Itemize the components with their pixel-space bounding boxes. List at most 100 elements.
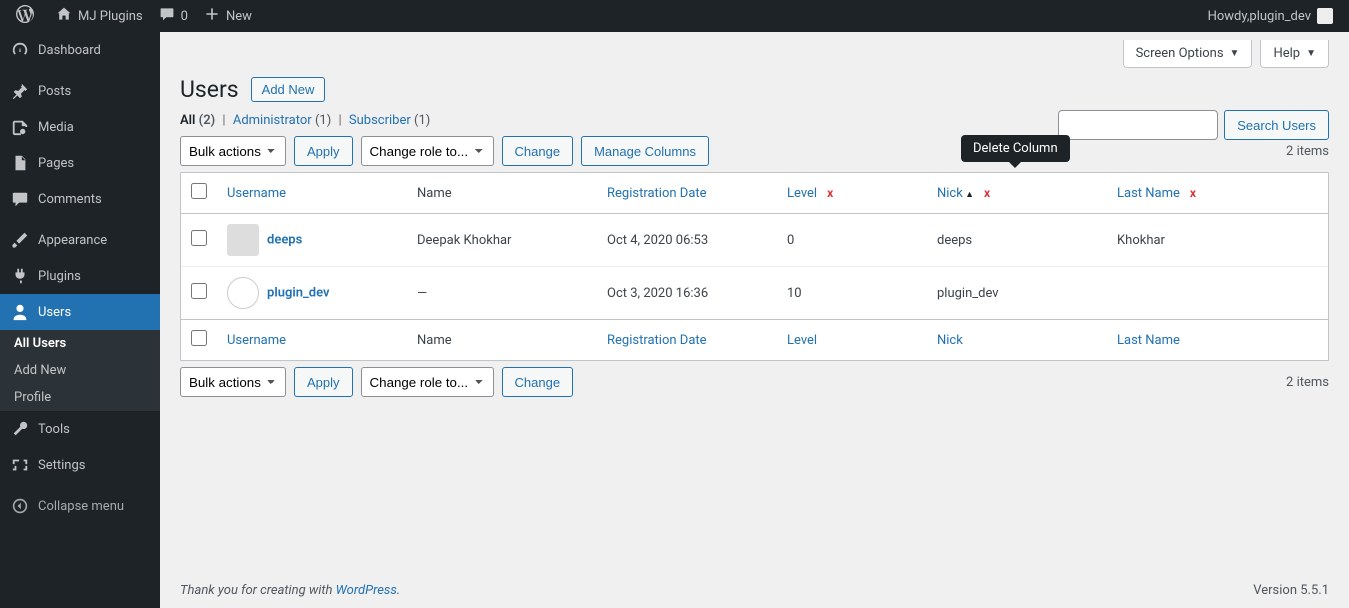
search-input[interactable] (1058, 110, 1218, 140)
row-checkbox[interactable] (191, 230, 207, 246)
collapse-menu[interactable]: Collapse menu (0, 488, 160, 524)
select-all-checkbox-footer[interactable] (191, 330, 207, 346)
change-role-select-bottom[interactable]: Change role to... (361, 367, 494, 397)
cell-regdate: Oct 3, 2020 16:36 (597, 266, 777, 319)
change-button-bottom[interactable]: Change (502, 367, 574, 397)
wordpress-icon (16, 5, 34, 27)
submenu-profile[interactable]: Profile (0, 384, 160, 411)
avatar-icon (1317, 8, 1333, 24)
cell-level: 10 (777, 266, 927, 319)
table-row: deeps Deepak Khokhar Oct 4, 2020 06:53 0… (181, 214, 1328, 266)
items-count-bottom: 2 items (1286, 375, 1329, 390)
sidebar-item-dashboard[interactable]: Dashboard (0, 32, 160, 68)
new-link[interactable]: New (196, 0, 260, 32)
comments-link[interactable]: 0 (151, 0, 196, 32)
caret-down-icon: ▼ (1306, 48, 1316, 59)
sidebar-item-appearance[interactable]: Appearance (0, 222, 160, 258)
delete-column-tooltip: Delete Column (961, 135, 1070, 162)
help-tab[interactable]: Help▼ (1260, 40, 1329, 68)
bulk-actions-select[interactable]: Bulk actions (180, 136, 286, 166)
sidebar-item-users[interactable]: Users (0, 294, 160, 330)
sidebar-item-plugins[interactable]: Plugins (0, 258, 160, 294)
col-level-footer[interactable]: Level (787, 333, 817, 348)
wordpress-link[interactable]: WordPress (336, 583, 397, 598)
items-count: 2 items (1286, 144, 1329, 159)
howdy-prefix: Howdy, (1208, 9, 1250, 24)
col-last-name[interactable]: Last Name (1117, 186, 1180, 201)
plus-icon (204, 6, 220, 26)
col-nick-footer[interactable]: Nick (937, 333, 963, 348)
filter-administrator[interactable]: Administrator (1) (233, 113, 331, 128)
page-icon (10, 153, 30, 173)
col-level[interactable]: Level (787, 186, 817, 201)
caret-down-icon: ▼ (1230, 48, 1240, 59)
add-new-button[interactable]: Add New (251, 77, 326, 102)
col-lastname-footer[interactable]: Last Name (1117, 333, 1180, 348)
change-role-select[interactable]: Change role to... (361, 136, 494, 166)
table-row: plugin_dev — Oct 3, 2020 16:36 10 plugin… (181, 266, 1328, 319)
bulk-actions-select-bottom[interactable]: Bulk actions (180, 367, 286, 397)
avatar-icon (227, 224, 259, 256)
cell-lastname (1107, 266, 1328, 319)
col-username-footer[interactable]: Username (227, 333, 286, 348)
filter-all[interactable]: All (2) (180, 113, 215, 128)
howdy-link[interactable]: Howdy, plugin_dev (1200, 0, 1341, 32)
submenu-all-users[interactable]: All Users (0, 330, 160, 357)
delete-column-lastname[interactable]: x (1190, 186, 1196, 200)
howdy-user: plugin_dev (1249, 9, 1311, 24)
wrench-icon (10, 419, 30, 439)
tablenav-top: Bulk actions Apply Change role to... Cha… (180, 136, 1329, 166)
admin-footer: Thank you for creating with WordPress. V… (180, 583, 1329, 598)
col-nick[interactable]: Nick (937, 186, 974, 201)
tablenav-bottom: Bulk actions Apply Change role to... Cha… (180, 367, 1329, 397)
cell-lastname: Khokhar (1107, 214, 1328, 266)
sidebar-item-pages[interactable]: Pages (0, 145, 160, 181)
site-link[interactable]: MJ Plugins (48, 0, 151, 32)
username-link[interactable]: plugin_dev (267, 285, 330, 300)
search-box: Search Users (1058, 110, 1329, 140)
cell-regdate: Oct 4, 2020 06:53 (597, 214, 777, 266)
screen-options-tab[interactable]: Screen Options▼ (1123, 40, 1253, 68)
comment-icon (159, 6, 175, 26)
sidebar-item-posts[interactable]: Posts (0, 73, 160, 109)
change-button[interactable]: Change (502, 136, 574, 166)
col-name: Name (417, 186, 452, 201)
sidebar-item-tools[interactable]: Tools (0, 411, 160, 447)
cell-name: Deepak Khokhar (407, 214, 597, 266)
filter-subscriber[interactable]: Subscriber (1) (349, 113, 430, 128)
plug-icon (10, 266, 30, 286)
admin-sidebar: Dashboard Posts Media Pages Comments App… (0, 32, 160, 608)
cell-nick: deeps (927, 214, 1107, 266)
users-table: Username Name Registration Date Levelx N… (180, 172, 1329, 361)
col-name-footer: Name (417, 333, 452, 348)
wp-logo[interactable] (8, 0, 48, 32)
row-checkbox[interactable] (191, 283, 207, 299)
select-all-checkbox[interactable] (191, 183, 207, 199)
cell-level: 0 (777, 214, 927, 266)
cell-nick: plugin_dev (927, 266, 1107, 319)
sidebar-item-comments[interactable]: Comments (0, 181, 160, 217)
manage-columns-button[interactable]: Manage Columns (581, 136, 709, 166)
cell-name: — (407, 266, 597, 319)
search-users-button[interactable]: Search Users (1224, 110, 1329, 140)
sidebar-item-settings[interactable]: Settings (0, 447, 160, 483)
col-regdate-footer[interactable]: Registration Date (607, 333, 707, 348)
comments-count: 0 (181, 9, 188, 24)
submenu-add-new[interactable]: Add New (0, 357, 160, 384)
username-link[interactable]: deeps (267, 232, 302, 247)
settings-icon (10, 455, 30, 475)
screen-meta-links: Screen Options▼ Help▼ (180, 32, 1329, 68)
version-label: Version 5.5.1 (1253, 583, 1329, 598)
sidebar-item-media[interactable]: Media (0, 109, 160, 145)
col-registration-date[interactable]: Registration Date (607, 186, 707, 201)
new-label: New (226, 9, 252, 24)
apply-button[interactable]: Apply (294, 136, 353, 166)
delete-column-nick[interactable]: x (984, 186, 990, 200)
home-icon (56, 6, 72, 26)
pin-icon (10, 81, 30, 101)
col-username[interactable]: Username (227, 186, 286, 201)
collapse-icon (10, 496, 30, 516)
apply-button-bottom[interactable]: Apply (294, 367, 353, 397)
users-submenu: All Users Add New Profile (0, 330, 160, 411)
delete-column-level[interactable]: x (827, 186, 833, 200)
